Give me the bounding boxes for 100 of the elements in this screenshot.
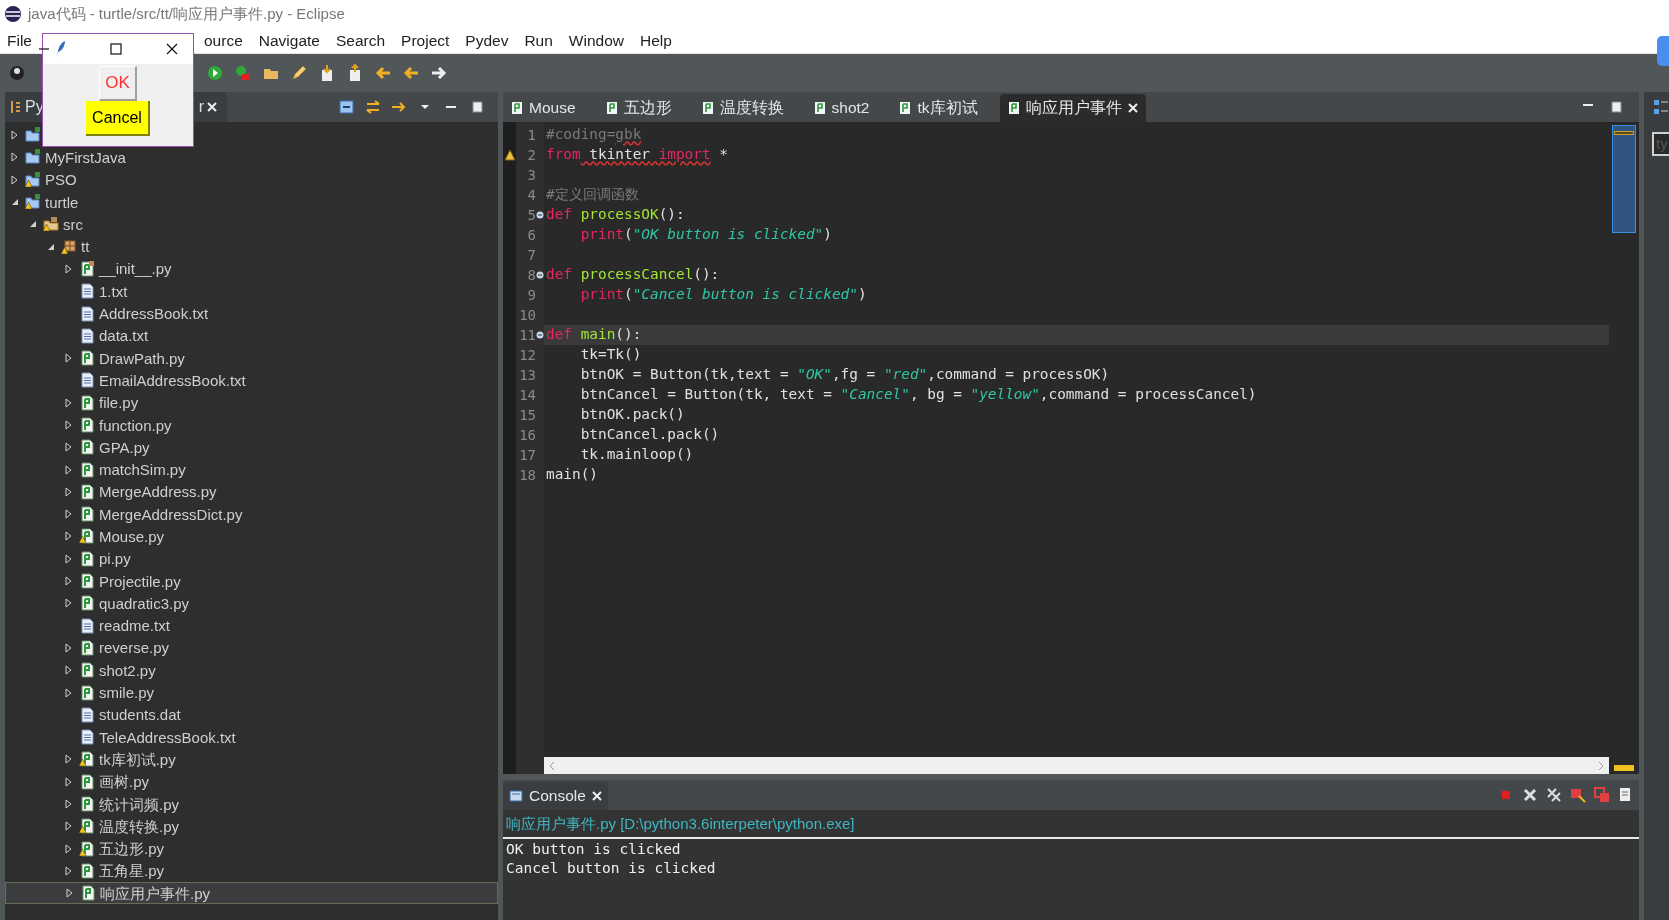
collapsed-arrow-icon[interactable] <box>64 553 74 564</box>
tree-item[interactable]: quadratic3.py <box>5 592 498 615</box>
tree-item[interactable]: shot2.py <box>5 659 498 682</box>
collapsed-arrow-icon[interactable] <box>10 152 20 163</box>
profile-icon[interactable] <box>8 64 26 82</box>
back-arrow-icon[interactable] <box>402 64 420 82</box>
tree-item-label: reverse.py <box>99 640 170 656</box>
collapsed-arrow-icon[interactable] <box>64 821 74 832</box>
collapsed-arrow-icon[interactable] <box>64 776 74 787</box>
editor-tab[interactable]: 温度转换 <box>693 94 792 122</box>
expanded-arrow-icon[interactable] <box>28 219 38 230</box>
editor-tab[interactable]: shot2 <box>805 94 878 122</box>
collapsed-arrow-icon[interactable] <box>64 687 74 698</box>
tree-item[interactable]: MergeAddressDict.py <box>5 503 498 526</box>
tree-item[interactable]: PSO <box>5 168 498 191</box>
menu-item[interactable]: Search <box>335 28 386 53</box>
close-icon[interactable] <box>165 42 179 56</box>
link-editor-icon[interactable] <box>364 98 382 116</box>
collapsed-arrow-icon[interactable] <box>64 353 74 364</box>
collapsed-arrow-icon[interactable] <box>64 665 74 676</box>
tree-item[interactable]: MergeAddress.py <box>5 480 498 504</box>
tree-item[interactable]: matchSim.py <box>5 458 498 481</box>
menu-item[interactable]: Window <box>568 28 624 53</box>
collapsed-arrow-icon[interactable] <box>64 754 74 765</box>
forward-arrow-icon[interactable] <box>430 64 448 82</box>
collapsed-arrow-icon[interactable] <box>10 130 20 141</box>
tree-item[interactable]: turtle <box>5 190 498 214</box>
tree-item[interactable]: 1.txt <box>5 280 498 303</box>
collapsed-arrow-icon[interactable] <box>64 420 74 430</box>
remove-launch-icon[interactable] <box>1521 786 1539 804</box>
fold-icon[interactable] <box>536 211 544 219</box>
tree-item[interactable]: Mouse.py <box>5 525 498 548</box>
editor-tab[interactable]: 五边形 <box>597 94 680 122</box>
tree-item[interactable]: src <box>5 213 498 236</box>
editor-tab[interactable]: 响应用户事件 <box>999 94 1146 122</box>
tree-item[interactable]: EmailAddressBook.txt <box>5 369 498 392</box>
menu-item[interactable]: Navigate <box>258 28 320 53</box>
tree-item[interactable]: __init__.py <box>5 257 498 281</box>
menu-item[interactable]: File <box>7 28 32 53</box>
tree-item[interactable]: 响应用户事件.py <box>5 882 498 905</box>
tree-item-label: DrawPath.py <box>99 350 185 366</box>
run-icon[interactable] <box>206 64 224 82</box>
tree-item-label: 画树.py <box>99 774 149 790</box>
tree-item[interactable]: 画树.py <box>5 770 498 793</box>
tree-item[interactable]: data.txt <box>5 324 498 347</box>
editor-tab[interactable]: Mouse <box>503 94 584 122</box>
expanded-arrow-icon[interactable] <box>10 197 20 208</box>
tree-item[interactable]: reverse.py <box>5 636 498 660</box>
fold-icon[interactable] <box>536 271 544 279</box>
fold-icon[interactable] <box>536 331 544 339</box>
menu-item[interactable]: Pydev <box>465 28 509 53</box>
tree-item[interactable]: students.dat <box>5 703 498 726</box>
collapse-all-icon[interactable] <box>338 98 356 116</box>
tree-item[interactable]: 温度转换.py <box>5 815 498 838</box>
remove-all-icon[interactable] <box>1545 786 1563 804</box>
collapsed-arrow-icon[interactable] <box>64 486 74 497</box>
pencil-icon[interactable] <box>290 64 308 82</box>
tree-item[interactable]: function.py <box>5 413 498 437</box>
outline-icon[interactable] <box>1652 98 1669 116</box>
last-edit-icon[interactable] <box>374 64 392 82</box>
menu-item[interactable]: Run <box>524 28 553 53</box>
tree-item[interactable]: pi.py <box>5 547 498 570</box>
collapsed-arrow-icon[interactable] <box>64 397 74 408</box>
collapsed-arrow-icon[interactable] <box>64 843 74 854</box>
tree-item[interactable]: DrawPath.py <box>5 346 498 370</box>
collapsed-arrow-icon[interactable] <box>64 576 74 587</box>
code-line: from tkinter import * <box>546 145 728 165</box>
tree-item[interactable]: 五角星.py <box>5 859 498 883</box>
menu-item[interactable]: Project <box>401 28 450 53</box>
console-tab[interactable]: Console <box>503 782 608 810</box>
tree-item[interactable]: GPA.py <box>5 436 498 459</box>
tree-item[interactable]: MyFirstJava <box>5 146 498 169</box>
collapsed-arrow-icon[interactable] <box>64 509 74 520</box>
collapsed-arrow-icon[interactable] <box>10 174 20 185</box>
dialog-button[interactable]: Cancel <box>86 101 150 136</box>
tree-item[interactable]: 统计词频.py <box>5 792 498 816</box>
collapsed-arrow-icon[interactable] <box>64 865 74 876</box>
tree-item[interactable]: tk库初试.py <box>5 748 498 771</box>
collapsed-arrow-icon[interactable] <box>65 888 75 899</box>
collapsed-arrow-icon[interactable] <box>64 442 74 453</box>
clear-console-icon[interactable] <box>1569 786 1587 804</box>
tree-item[interactable]: AddressBook.txt <box>5 302 498 325</box>
tree-item[interactable]: Projectile.py <box>5 569 498 593</box>
debug-icon[interactable] <box>234 64 252 82</box>
collapsed-arrow-icon[interactable] <box>64 598 74 609</box>
collapsed-arrow-icon[interactable] <box>64 263 74 274</box>
tree-item[interactable]: 五边形.py <box>5 837 498 860</box>
collapsed-arrow-icon[interactable] <box>64 464 74 475</box>
collapsed-arrow-icon[interactable] <box>64 531 74 542</box>
collapsed-arrow-icon[interactable] <box>64 799 74 810</box>
maximize-icon[interactable] <box>109 42 123 56</box>
collapsed-arrow-icon[interactable] <box>64 642 74 653</box>
tree-item[interactable]: tt <box>5 235 498 258</box>
menu-item[interactable]: Help <box>640 28 672 53</box>
tree-item[interactable]: file.py <box>5 391 498 414</box>
editor-tab[interactable]: tk库初试 <box>891 94 986 122</box>
tree-item[interactable]: smile.py <box>5 681 498 704</box>
tree-item[interactable]: readme.txt <box>5 614 498 637</box>
tree-item[interactable]: TeleAddressBook.txt <box>5 726 498 749</box>
menu-item[interactable]: ource <box>204 28 243 53</box>
